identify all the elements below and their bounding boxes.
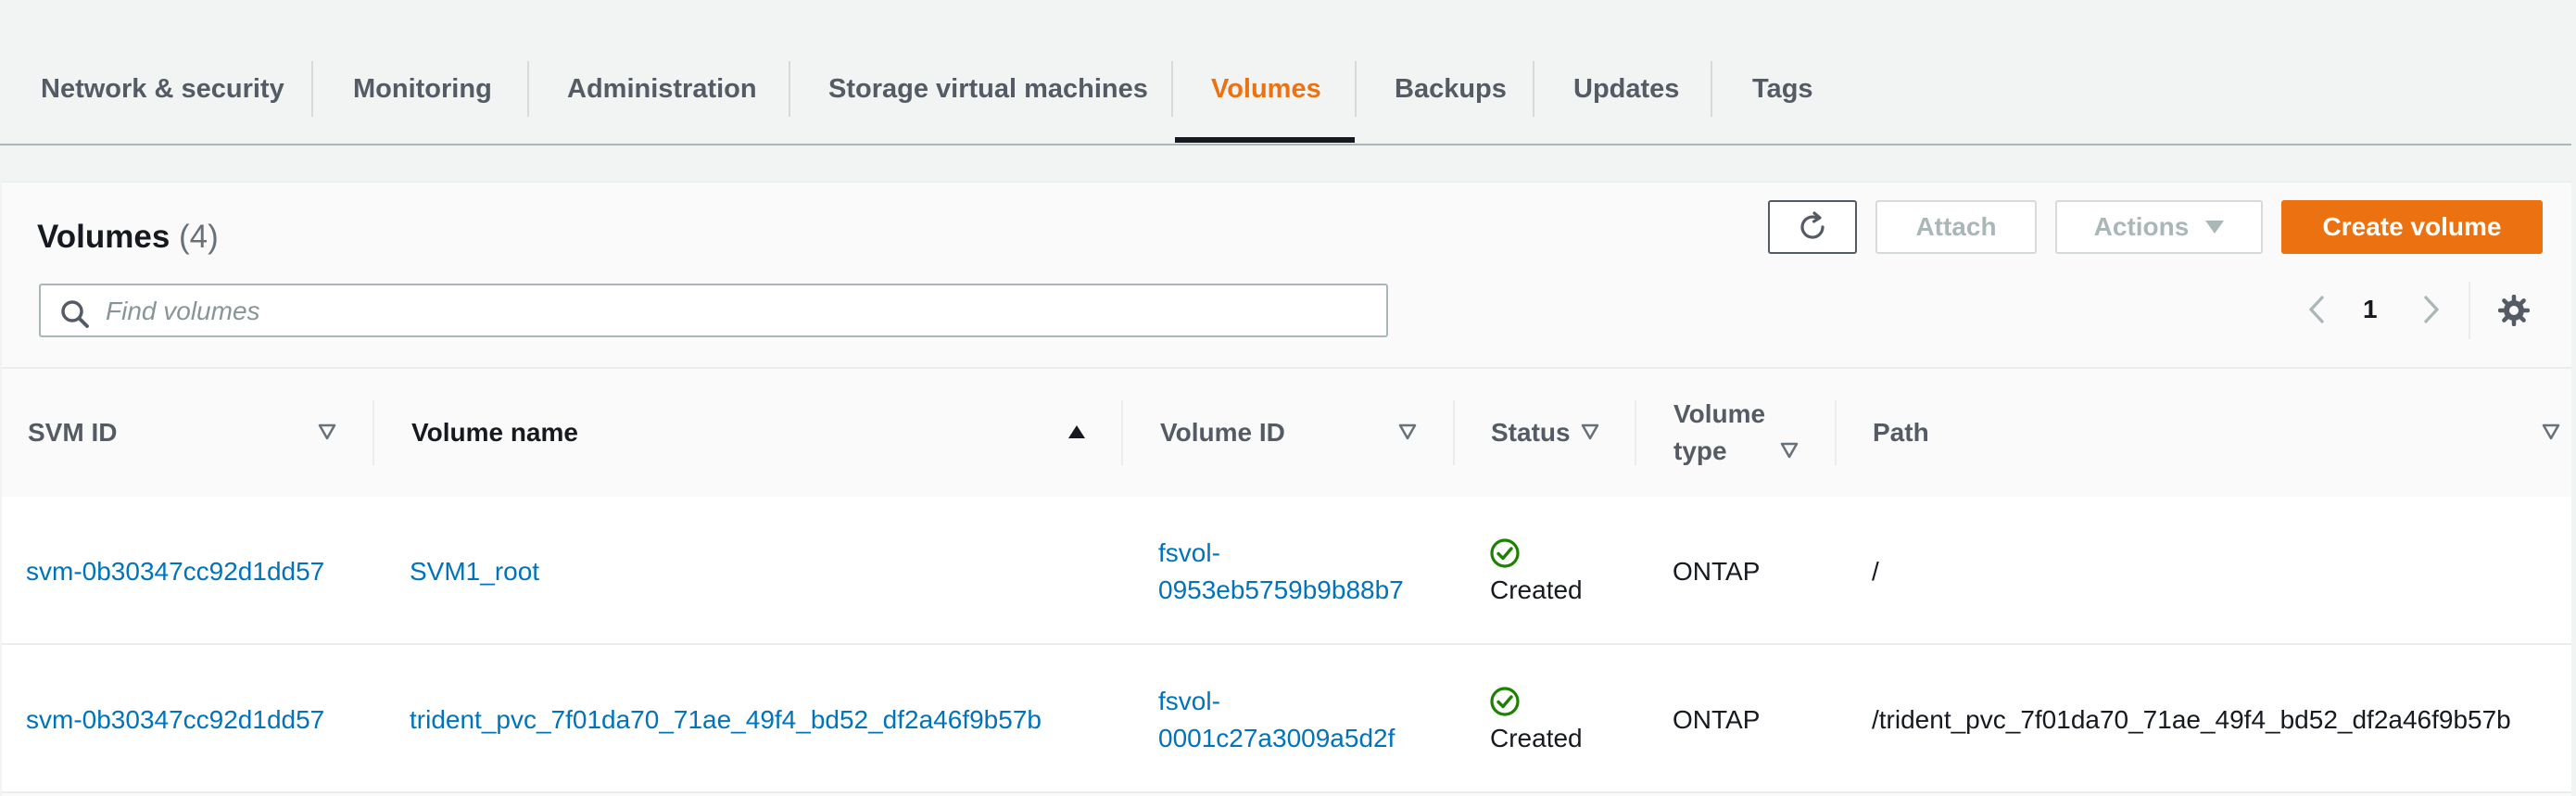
column-header-svm-id[interactable]: SVM ID	[28, 414, 117, 451]
panel-title-text: Volumes	[37, 219, 170, 255]
volume-count: (4)	[179, 219, 219, 255]
column-divider	[1635, 400, 1636, 465]
tab-updates[interactable]: Updates	[1573, 69, 1679, 109]
tab-divider	[311, 61, 313, 117]
actions-dropdown-label: Actions	[2093, 212, 2190, 241]
sort-icon[interactable]	[1779, 441, 1799, 460]
column-header-status[interactable]: Status	[1491, 414, 1571, 451]
svm-id-link[interactable]: svm-0b30347cc92d1dd57	[26, 701, 324, 739]
sort-icon[interactable]	[2541, 423, 2561, 441]
column-header-volume-type[interactable]: Volume type	[1673, 396, 1822, 470]
tab-network-security[interactable]: Network & security	[41, 69, 284, 109]
column-divider	[373, 400, 374, 465]
tab-volumes[interactable]: Volumes	[1211, 69, 1321, 109]
pager-divider	[2469, 282, 2470, 339]
volume-name-link[interactable]: SVM1_root	[410, 553, 539, 590]
attach-button[interactable]: Attach	[1875, 200, 2037, 254]
caret-down-icon	[2205, 221, 2225, 234]
search-box	[39, 284, 1388, 337]
path-text: /	[1872, 557, 1879, 586]
active-tab-indicator	[1175, 137, 1355, 143]
status-text: Created	[1490, 724, 1583, 752]
volume-type-text: ONTAP	[1673, 705, 1761, 734]
tab-tags[interactable]: Tags	[1752, 69, 1813, 109]
volume-type-text: ONTAP	[1673, 557, 1761, 586]
next-page-icon[interactable]	[2418, 293, 2443, 326]
tab-storage-virtual-machines[interactable]: Storage virtual machines	[828, 69, 1148, 109]
sort-ascending-icon[interactable]	[1067, 423, 1087, 441]
search-icon	[61, 300, 89, 328]
volume-id-link[interactable]: fsvol- 0001c27a3009a5d2f	[1158, 683, 1395, 757]
tab-divider	[1533, 61, 1534, 117]
panel-title: Volumes (4)	[37, 219, 219, 256]
tab-bar: Network & security Monitoring Administra…	[0, 0, 2571, 145]
sort-icon[interactable]	[317, 423, 337, 441]
success-check-icon	[1490, 687, 1520, 716]
volume-id-link[interactable]: fsvol- 0953eb5759b9b88b7	[1158, 535, 1404, 609]
sort-icon[interactable]	[1580, 423, 1600, 441]
current-page-number[interactable]: 1	[2363, 295, 2378, 324]
column-header-volume-id[interactable]: Volume ID	[1160, 414, 1285, 451]
refresh-button[interactable]	[1768, 200, 1857, 254]
column-divider	[1835, 400, 1837, 465]
tab-divider	[1171, 61, 1173, 117]
tab-divider	[1711, 61, 1712, 117]
previous-page-icon[interactable]	[2305, 293, 2330, 326]
tab-divider	[789, 61, 790, 117]
volume-id-line: fsvol-	[1158, 538, 1220, 567]
attach-button-label: Attach	[1915, 212, 1997, 241]
column-header-volume-name[interactable]: Volume name	[411, 414, 578, 451]
tab-backups[interactable]: Backups	[1395, 69, 1507, 109]
status-text: Created	[1490, 575, 1583, 604]
column-divider	[1121, 400, 1123, 465]
actions-dropdown[interactable]: Actions	[2055, 200, 2263, 254]
table-header	[2, 367, 2571, 499]
search-input[interactable]	[104, 293, 1368, 330]
create-volume-button-label: Create volume	[2322, 212, 2502, 241]
tab-monitoring[interactable]: Monitoring	[353, 69, 492, 109]
volume-id-line: 0953eb5759b9b88b7	[1158, 575, 1404, 604]
volume-id-line: 0001c27a3009a5d2f	[1158, 724, 1395, 752]
tab-administration[interactable]: Administration	[567, 69, 757, 109]
tab-divider	[527, 61, 529, 117]
path-text: /trident_pvc_7f01da70_71ae_49f4_bd52_df2…	[1872, 705, 2511, 734]
tab-divider	[1355, 61, 1357, 117]
column-header-path[interactable]: Path	[1873, 414, 1929, 451]
refresh-icon	[1800, 211, 1825, 239]
svm-id-link[interactable]: svm-0b30347cc92d1dd57	[26, 553, 324, 590]
column-divider	[1453, 400, 1455, 465]
volume-name-link[interactable]: trident_pvc_7f01da70_71ae_49f4_bd52_df2a…	[410, 701, 1042, 739]
volume-id-line: fsvol-	[1158, 687, 1220, 715]
create-volume-button[interactable]: Create volume	[2281, 200, 2543, 254]
success-check-icon	[1490, 538, 1520, 568]
gear-icon[interactable]	[2498, 295, 2530, 326]
sort-icon[interactable]	[1397, 423, 1418, 441]
